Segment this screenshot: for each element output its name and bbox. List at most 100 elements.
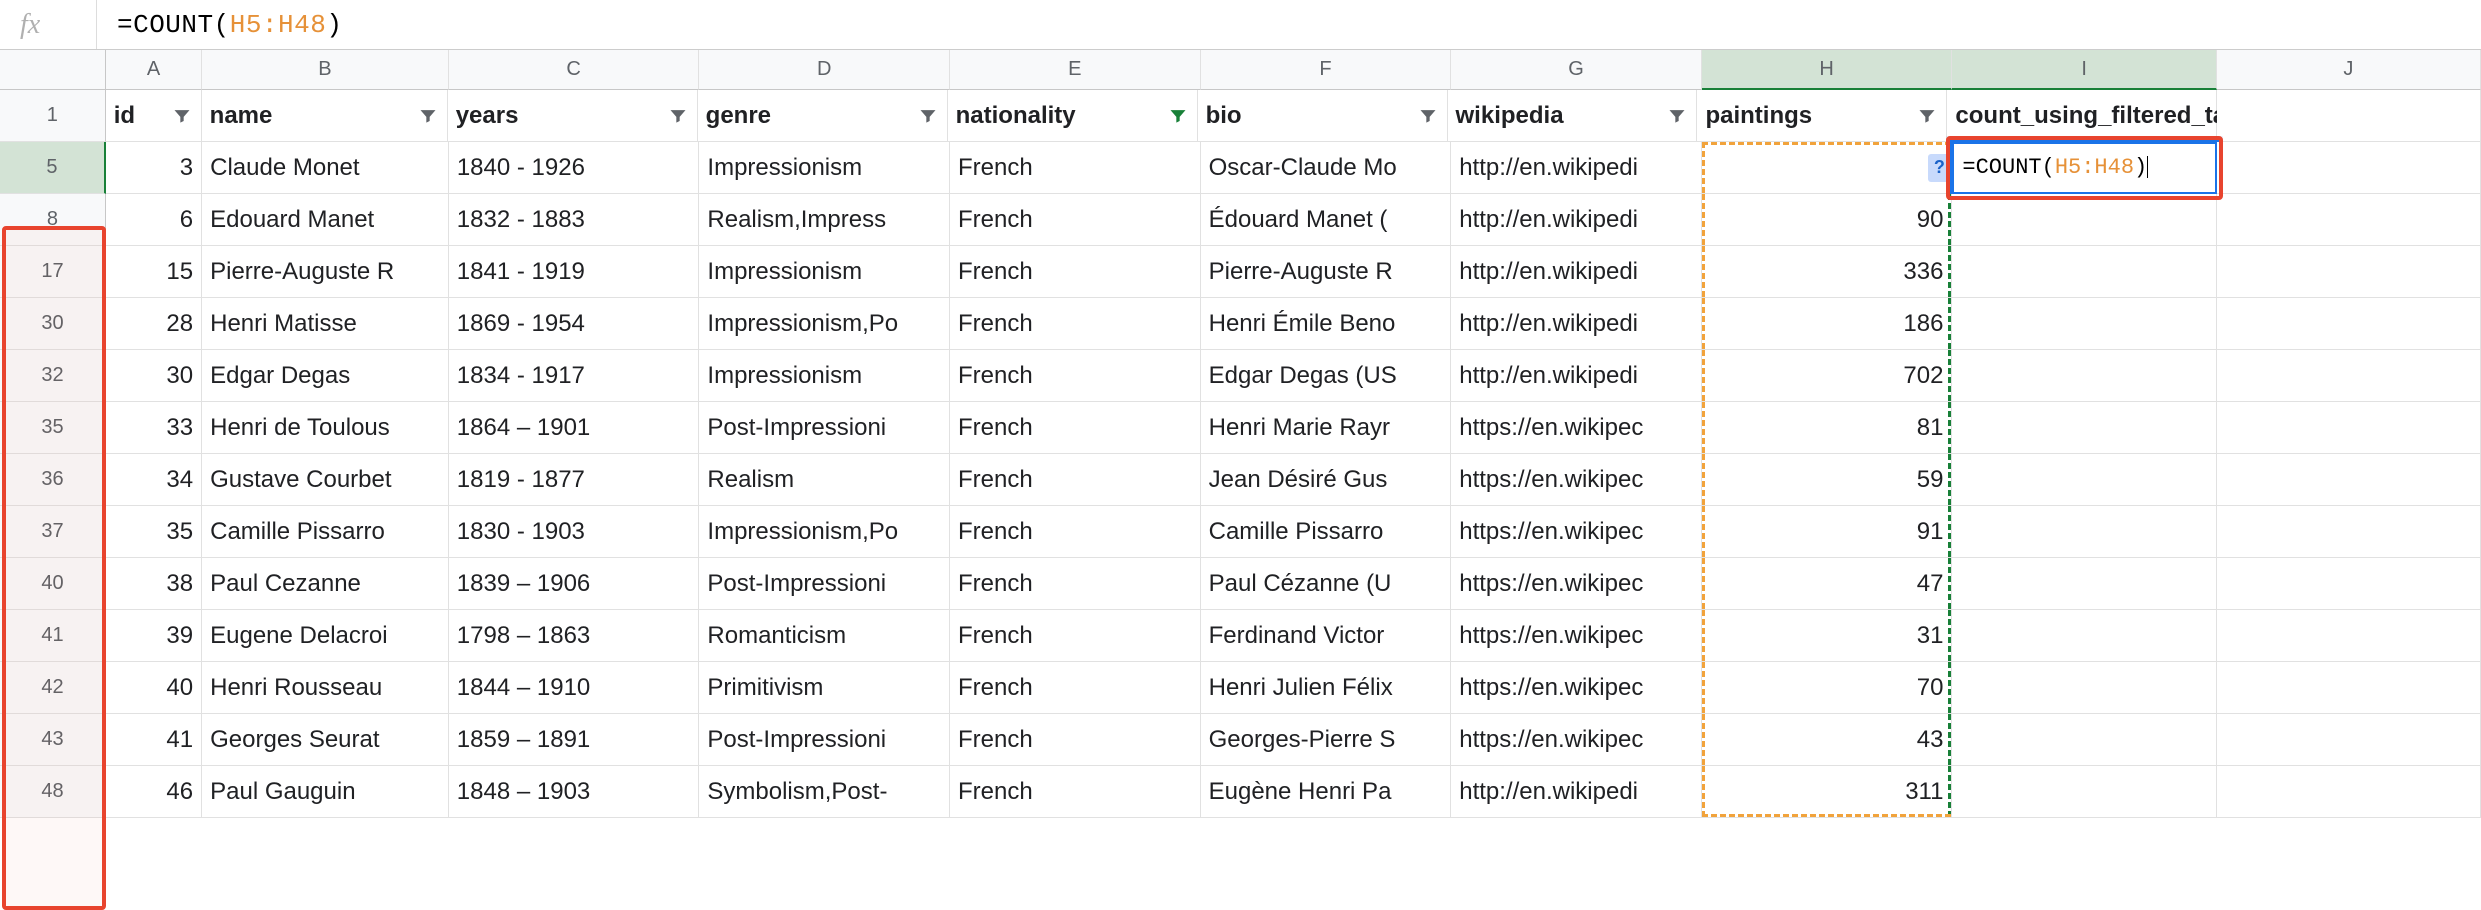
cell-empty-I[interactable]	[1952, 402, 2216, 454]
cell-empty-I[interactable]	[1952, 194, 2216, 246]
cell-empty-I[interactable]	[1952, 558, 2216, 610]
cell-empty-J[interactable]	[2217, 662, 2481, 714]
cell-nationality[interactable]: French	[950, 610, 1201, 662]
col-header-D[interactable]: D	[699, 50, 950, 90]
cell-empty-J[interactable]	[2217, 454, 2481, 506]
cell-bio[interactable]: Camille Pissarro	[1201, 506, 1452, 558]
cell-nationality[interactable]: French	[950, 506, 1201, 558]
cell-genre[interactable]: Impressionism	[699, 142, 950, 194]
cell-paintings[interactable]: 43	[1702, 714, 1953, 766]
cell-bio[interactable]: Jean Désiré Gus	[1201, 454, 1452, 506]
cell-paintings[interactable]: 81	[1702, 402, 1953, 454]
cell-name[interactable]: Edouard Manet	[202, 194, 449, 246]
col-header-E[interactable]: E	[950, 50, 1201, 90]
header-years[interactable]: years	[448, 90, 698, 142]
cell-empty-J[interactable]	[2217, 610, 2481, 662]
cell-genre[interactable]: Impressionism,Po	[699, 506, 950, 558]
cell-id[interactable]: 40	[106, 662, 202, 714]
cell-genre[interactable]: Impressionism	[699, 246, 950, 298]
cell-genre[interactable]: Post-Impressioni	[699, 402, 950, 454]
cell-nationality[interactable]: French	[950, 350, 1201, 402]
cell-empty-I[interactable]	[1952, 350, 2216, 402]
row-header[interactable]: 43	[0, 714, 106, 766]
cell-empty-I[interactable]	[1952, 610, 2216, 662]
col-header-C[interactable]: C	[449, 50, 700, 90]
row-header[interactable]: 40	[0, 558, 106, 610]
formula-hint-icon[interactable]: ?	[1928, 154, 1950, 182]
cell-genre[interactable]: Romanticism	[699, 610, 950, 662]
cell-empty-I[interactable]	[1952, 662, 2216, 714]
col-header-I[interactable]: I	[1952, 50, 2216, 90]
cell-id[interactable]: 28	[106, 298, 202, 350]
cell-empty-I[interactable]	[1952, 298, 2216, 350]
cell-wikipedia[interactable]: https://en.wikipec	[1451, 610, 1702, 662]
row-header[interactable]: 32	[0, 350, 106, 402]
cell-bio[interactable]: Eugène Henri Pa	[1201, 766, 1452, 818]
cell-years[interactable]: 1869 - 1954	[449, 298, 700, 350]
cell-wikipedia[interactable]: http://en.wikipedi	[1451, 350, 1702, 402]
cell-name[interactable]: Henri Matisse	[202, 298, 449, 350]
cell-bio[interactable]: Henri Marie Rayr	[1201, 402, 1452, 454]
cell-paintings[interactable]: 59	[1702, 454, 1953, 506]
cell-bio[interactable]: Ferdinand Victor	[1201, 610, 1452, 662]
cell-name[interactable]: Henri de Toulous	[202, 402, 449, 454]
cell-name[interactable]: Henri Rousseau	[202, 662, 449, 714]
cell-years[interactable]: 1839 – 1906	[449, 558, 700, 610]
cell-wikipedia[interactable]: http://en.wikipedi	[1451, 766, 1702, 818]
filter-icon[interactable]	[1664, 103, 1690, 129]
header-id[interactable]: id	[106, 90, 202, 142]
filter-icon[interactable]	[915, 103, 941, 129]
cell-empty-J[interactable]	[2217, 714, 2481, 766]
header-wikipedia[interactable]: wikipedia	[1448, 90, 1698, 142]
cell-empty-I[interactable]	[1952, 506, 2216, 558]
cell-name[interactable]: Camille Pissarro	[202, 506, 449, 558]
cell-paintings[interactable]: 7	[1702, 142, 1953, 194]
cell-name[interactable]: Claude Monet	[202, 142, 449, 194]
cell-empty-J[interactable]	[2217, 558, 2481, 610]
cell-years[interactable]: 1859 – 1891	[449, 714, 700, 766]
cell-nationality[interactable]: French	[950, 246, 1201, 298]
cell-paintings[interactable]: 31	[1702, 610, 1953, 662]
cell-id[interactable]: 35	[106, 506, 202, 558]
cell-empty-I[interactable]	[1952, 714, 2216, 766]
cell-empty-J[interactable]	[2217, 506, 2481, 558]
cell-paintings[interactable]: 336	[1702, 246, 1953, 298]
cell-name[interactable]: Paul Gauguin	[202, 766, 449, 818]
cell-paintings[interactable]: 311	[1702, 766, 1953, 818]
cell-empty-J[interactable]	[2217, 350, 2481, 402]
cell-genre[interactable]: Impressionism	[699, 350, 950, 402]
cell-id[interactable]: 6	[106, 194, 202, 246]
cell-nationality[interactable]: French	[950, 298, 1201, 350]
cell-name[interactable]: Pierre-Auguste R	[202, 246, 449, 298]
col-header-A[interactable]: A	[106, 50, 202, 90]
row-header[interactable]: 30	[0, 298, 106, 350]
cell-years[interactable]: 1830 - 1903	[449, 506, 700, 558]
filter-icon[interactable]	[415, 103, 441, 129]
cell-bio[interactable]: Pierre-Auguste R	[1201, 246, 1452, 298]
cell-paintings[interactable]: 702	[1702, 350, 1953, 402]
cell-bio[interactable]: Georges-Pierre S	[1201, 714, 1452, 766]
cell-id[interactable]: 41	[106, 714, 202, 766]
cell-empty-J[interactable]	[2217, 402, 2481, 454]
filter-icon[interactable]	[1165, 103, 1191, 129]
cell-years[interactable]: 1834 - 1917	[449, 350, 700, 402]
cell-name[interactable]: Gustave Courbet	[202, 454, 449, 506]
row-header[interactable]: 42	[0, 662, 106, 714]
col-header-G[interactable]: G	[1451, 50, 1702, 90]
row-header[interactable]: 37	[0, 506, 106, 558]
filter-icon[interactable]	[1415, 103, 1441, 129]
row-header[interactable]: 17	[0, 246, 106, 298]
cell-wikipedia[interactable]: http://en.wikipedi	[1451, 194, 1702, 246]
cell-name[interactable]: Eugene Delacroi	[202, 610, 449, 662]
cell-genre[interactable]: Realism	[699, 454, 950, 506]
cell-empty-J[interactable]	[2217, 246, 2481, 298]
cell-empty-J[interactable]	[2217, 194, 2481, 246]
row-header[interactable]: 36	[0, 454, 106, 506]
cell-name[interactable]: Georges Seurat	[202, 714, 449, 766]
cell-wikipedia[interactable]: https://en.wikipec	[1451, 402, 1702, 454]
cell-wikipedia[interactable]: https://en.wikipec	[1451, 506, 1702, 558]
cell-genre[interactable]: Post-Impressioni	[699, 558, 950, 610]
cell-wikipedia[interactable]: http://en.wikipedi	[1451, 246, 1702, 298]
cell-id[interactable]: 3	[106, 142, 202, 194]
spreadsheet-grid[interactable]: A B C D E F G H I J 1 id name years	[0, 50, 2481, 818]
